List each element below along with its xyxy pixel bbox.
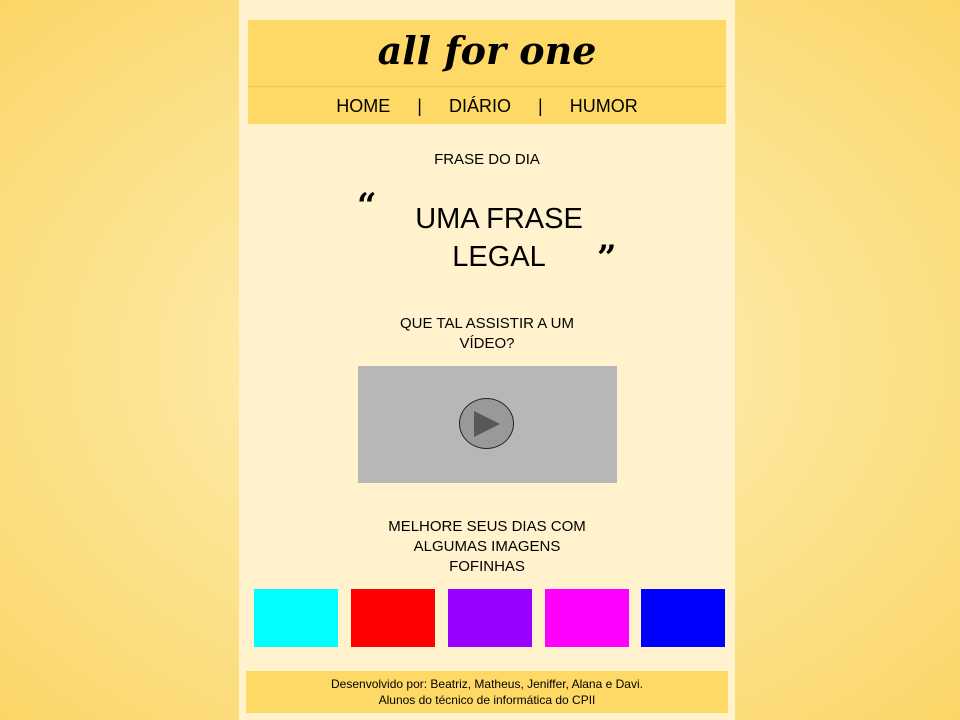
gallery-prompt: MELHORE SEUS DIAS COM ALGUMAS IMAGENS FO… [357,517,617,577]
page-container: all for one HOME | DIÁRIO | HUMOR FRASE … [239,0,735,720]
nav-item-home[interactable]: HOME [336,96,390,117]
site-logo[interactable]: all for one [248,28,726,73]
quote-section-label: FRASE DO DIA [434,151,540,168]
open-quote-icon: “ [357,186,377,226]
quote-line-1: UMA FRASE [415,203,583,235]
footer-credits: Desenvolvido por: Beatriz, Matheus, Jeni… [331,677,643,691]
gallery-prompt-line-2: ALGUMAS IMAGENS [413,538,561,555]
nav-item-humor[interactable]: HUMOR [570,96,638,117]
close-quote-icon: ” [597,238,617,278]
footer: Desenvolvido por: Beatriz, Matheus, Jeni… [246,671,728,713]
header-divider [248,86,726,87]
header: all for one HOME | DIÁRIO | HUMOR [248,20,726,124]
nav-separator: | [538,96,543,116]
video-prompt-line-2: VÍDEO? [459,335,515,352]
main-nav: HOME | DIÁRIO | HUMOR [248,96,726,117]
gallery-image-4[interactable] [545,589,629,647]
video-prompt-line-1: QUE TAL ASSISTIR A UM [400,315,574,332]
play-icon [474,411,500,437]
gallery-prompt-line-3: FOFINHAS [449,558,525,575]
nav-item-diario[interactable]: DIÁRIO [449,96,511,117]
quote-of-the-day: UMA FRASE LEGAL [389,200,609,276]
video-player[interactable] [358,366,617,483]
gallery-image-1[interactable] [254,589,338,647]
video-prompt: QUE TAL ASSISTIR A UM VÍDEO? [357,314,617,354]
gallery-image-2[interactable] [351,589,435,647]
nav-separator: | [417,96,422,116]
gallery-prompt-line-1: MELHORE SEUS DIAS COM [388,518,586,535]
play-button[interactable] [459,398,514,449]
gallery-image-5[interactable] [641,589,725,647]
footer-school: Alunos do técnico de informática do CPII [378,693,596,707]
quote-line-2: LEGAL [452,241,546,273]
gallery-image-3[interactable] [448,589,532,647]
